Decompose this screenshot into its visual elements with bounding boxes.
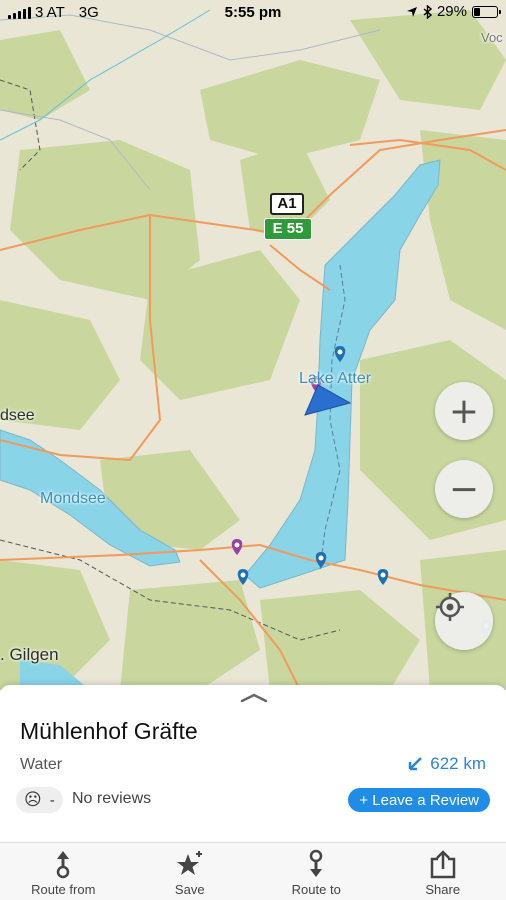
route-to-label: Route to — [291, 882, 341, 897]
route-from-label: Route from — [31, 882, 96, 897]
share-icon — [430, 850, 455, 879]
distance-value: 622 km — [430, 754, 486, 773]
motorway-shield: A1 — [270, 193, 304, 215]
route-from-button[interactable]: Route from — [0, 843, 127, 900]
edge-place-label: Voc — [481, 30, 503, 45]
map-canvas[interactable] — [0, 0, 506, 690]
rating-pill: ☹ - — [16, 787, 63, 813]
rating-value: - — [49, 791, 55, 809]
place-title: Mühlenhof Gräfte — [20, 718, 198, 744]
share-label: Share — [425, 882, 461, 897]
zoom-out-button[interactable]: − — [435, 460, 493, 518]
route-to-icon — [310, 849, 323, 877]
place-details-sheet[interactable]: Mühlenhof Gräfte Water 622 km ☹ - No rev… — [0, 685, 506, 845]
map-view[interactable]: Lake Atter Mondsee dsee . Gilgen Voc A1 … — [0, 0, 506, 690]
crosshair-icon — [436, 593, 464, 621]
direction-arrow-icon — [409, 757, 423, 771]
my-location-button[interactable] — [435, 592, 493, 650]
battery-percent: 29% — [436, 3, 467, 20]
sheet-handle-icon[interactable] — [240, 693, 268, 703]
bottom-action-bar: Route from Save Route to Share — [0, 842, 506, 900]
star-add-icon — [176, 851, 202, 875]
place-type: Water — [20, 756, 63, 773]
status-bar: 3 AT 3G 5:55 pm 29% — [0, 0, 506, 26]
share-button[interactable]: Share — [380, 843, 506, 900]
sad-face-icon: ☹ — [24, 790, 42, 810]
mondsee-lake-label: Mondsee — [40, 490, 106, 507]
distance-indicator: 622 km — [406, 754, 486, 774]
location-arrow-icon — [406, 6, 417, 17]
mondsee-town-label: dsee — [0, 407, 35, 424]
bluetooth-icon — [423, 4, 432, 19]
save-label: Save — [174, 882, 205, 897]
reviews-label: No reviews — [72, 790, 152, 807]
lake-atter-label: Lake Atter — [299, 370, 372, 387]
route-to-button[interactable]: Route to — [253, 843, 380, 900]
route-from-icon — [57, 851, 70, 879]
st-gilgen-label: . Gilgen — [0, 645, 59, 664]
zoom-in-button[interactable]: + — [435, 382, 493, 440]
leave-review-button[interactable]: + Leave a Review — [348, 788, 490, 812]
save-button[interactable]: Save — [127, 843, 254, 900]
euro-route-shield: E 55 — [264, 218, 312, 240]
battery-icon — [472, 5, 501, 18]
